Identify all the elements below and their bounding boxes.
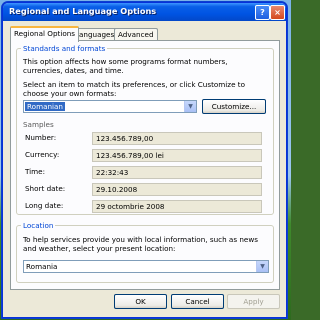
format-select[interactable]: Romanian ▼	[23, 100, 197, 113]
location-select[interactable]: Romania ▼	[23, 260, 269, 273]
standards-description: This option affects how some programs fo…	[23, 57, 228, 75]
standards-formats-group: Standards and formats This option affect…	[16, 44, 274, 215]
location-select-value: Romania	[26, 262, 58, 271]
standards-legend: Standards and formats	[21, 44, 108, 53]
sample-value-number: 123.456.789,00	[92, 132, 262, 145]
sample-label-number: Number:	[25, 133, 57, 142]
sample-value-short-date-text: 29.10.2008	[96, 185, 138, 194]
sample-label-time: Time:	[25, 167, 46, 176]
help-button[interactable]: ?	[255, 5, 270, 20]
location-group: Location To help services provide you wi…	[16, 221, 274, 283]
sample-value-currency: 123.456.789,00 lei	[92, 149, 262, 162]
close-button[interactable]: ×	[270, 5, 285, 20]
sample-value-currency-text: 123.456.789,00 lei	[96, 151, 164, 160]
samples-heading: Samples	[23, 120, 54, 129]
chevron-down-icon[interactable]: ▼	[184, 101, 196, 112]
cancel-button[interactable]: Cancel	[171, 294, 224, 309]
format-select-value: Romanian	[25, 102, 65, 111]
ok-button[interactable]: OK	[114, 294, 167, 309]
sample-label-currency: Currency:	[25, 150, 60, 159]
customize-button[interactable]: Customize...	[202, 99, 266, 114]
sample-label-short-date: Short date:	[25, 184, 66, 193]
tab-advanced[interactable]: Advanced	[114, 28, 158, 40]
tab-regional-options[interactable]: Regional Options	[10, 26, 80, 42]
location-legend: Location	[21, 221, 56, 230]
sample-value-short-date: 29.10.2008	[92, 183, 262, 196]
sample-value-long-date-text: 29 octombrie 2008	[96, 202, 165, 211]
chevron-down-icon[interactable]: ▼	[256, 261, 268, 272]
location-description: To help services provide you with local …	[23, 235, 258, 253]
dialog-window: Regional and Language Options ? × Region…	[2, 2, 287, 318]
apply-button[interactable]: Apply	[227, 294, 280, 309]
sample-label-long-date: Long date:	[25, 201, 64, 210]
sample-value-time-text: 22:32:43	[96, 168, 129, 177]
title-bar[interactable]: Regional and Language Options ? ×	[3, 3, 286, 21]
window-title: Regional and Language Options	[9, 6, 157, 16]
sample-value-time: 22:32:43	[92, 166, 262, 179]
sample-value-long-date: 29 octombrie 2008	[92, 200, 262, 213]
sample-value-number-text: 123.456.789,00	[96, 134, 154, 143]
standards-instruction: Select an item to match its preferences,…	[23, 80, 245, 98]
tab-panel: Standards and formats This option affect…	[10, 40, 280, 290]
